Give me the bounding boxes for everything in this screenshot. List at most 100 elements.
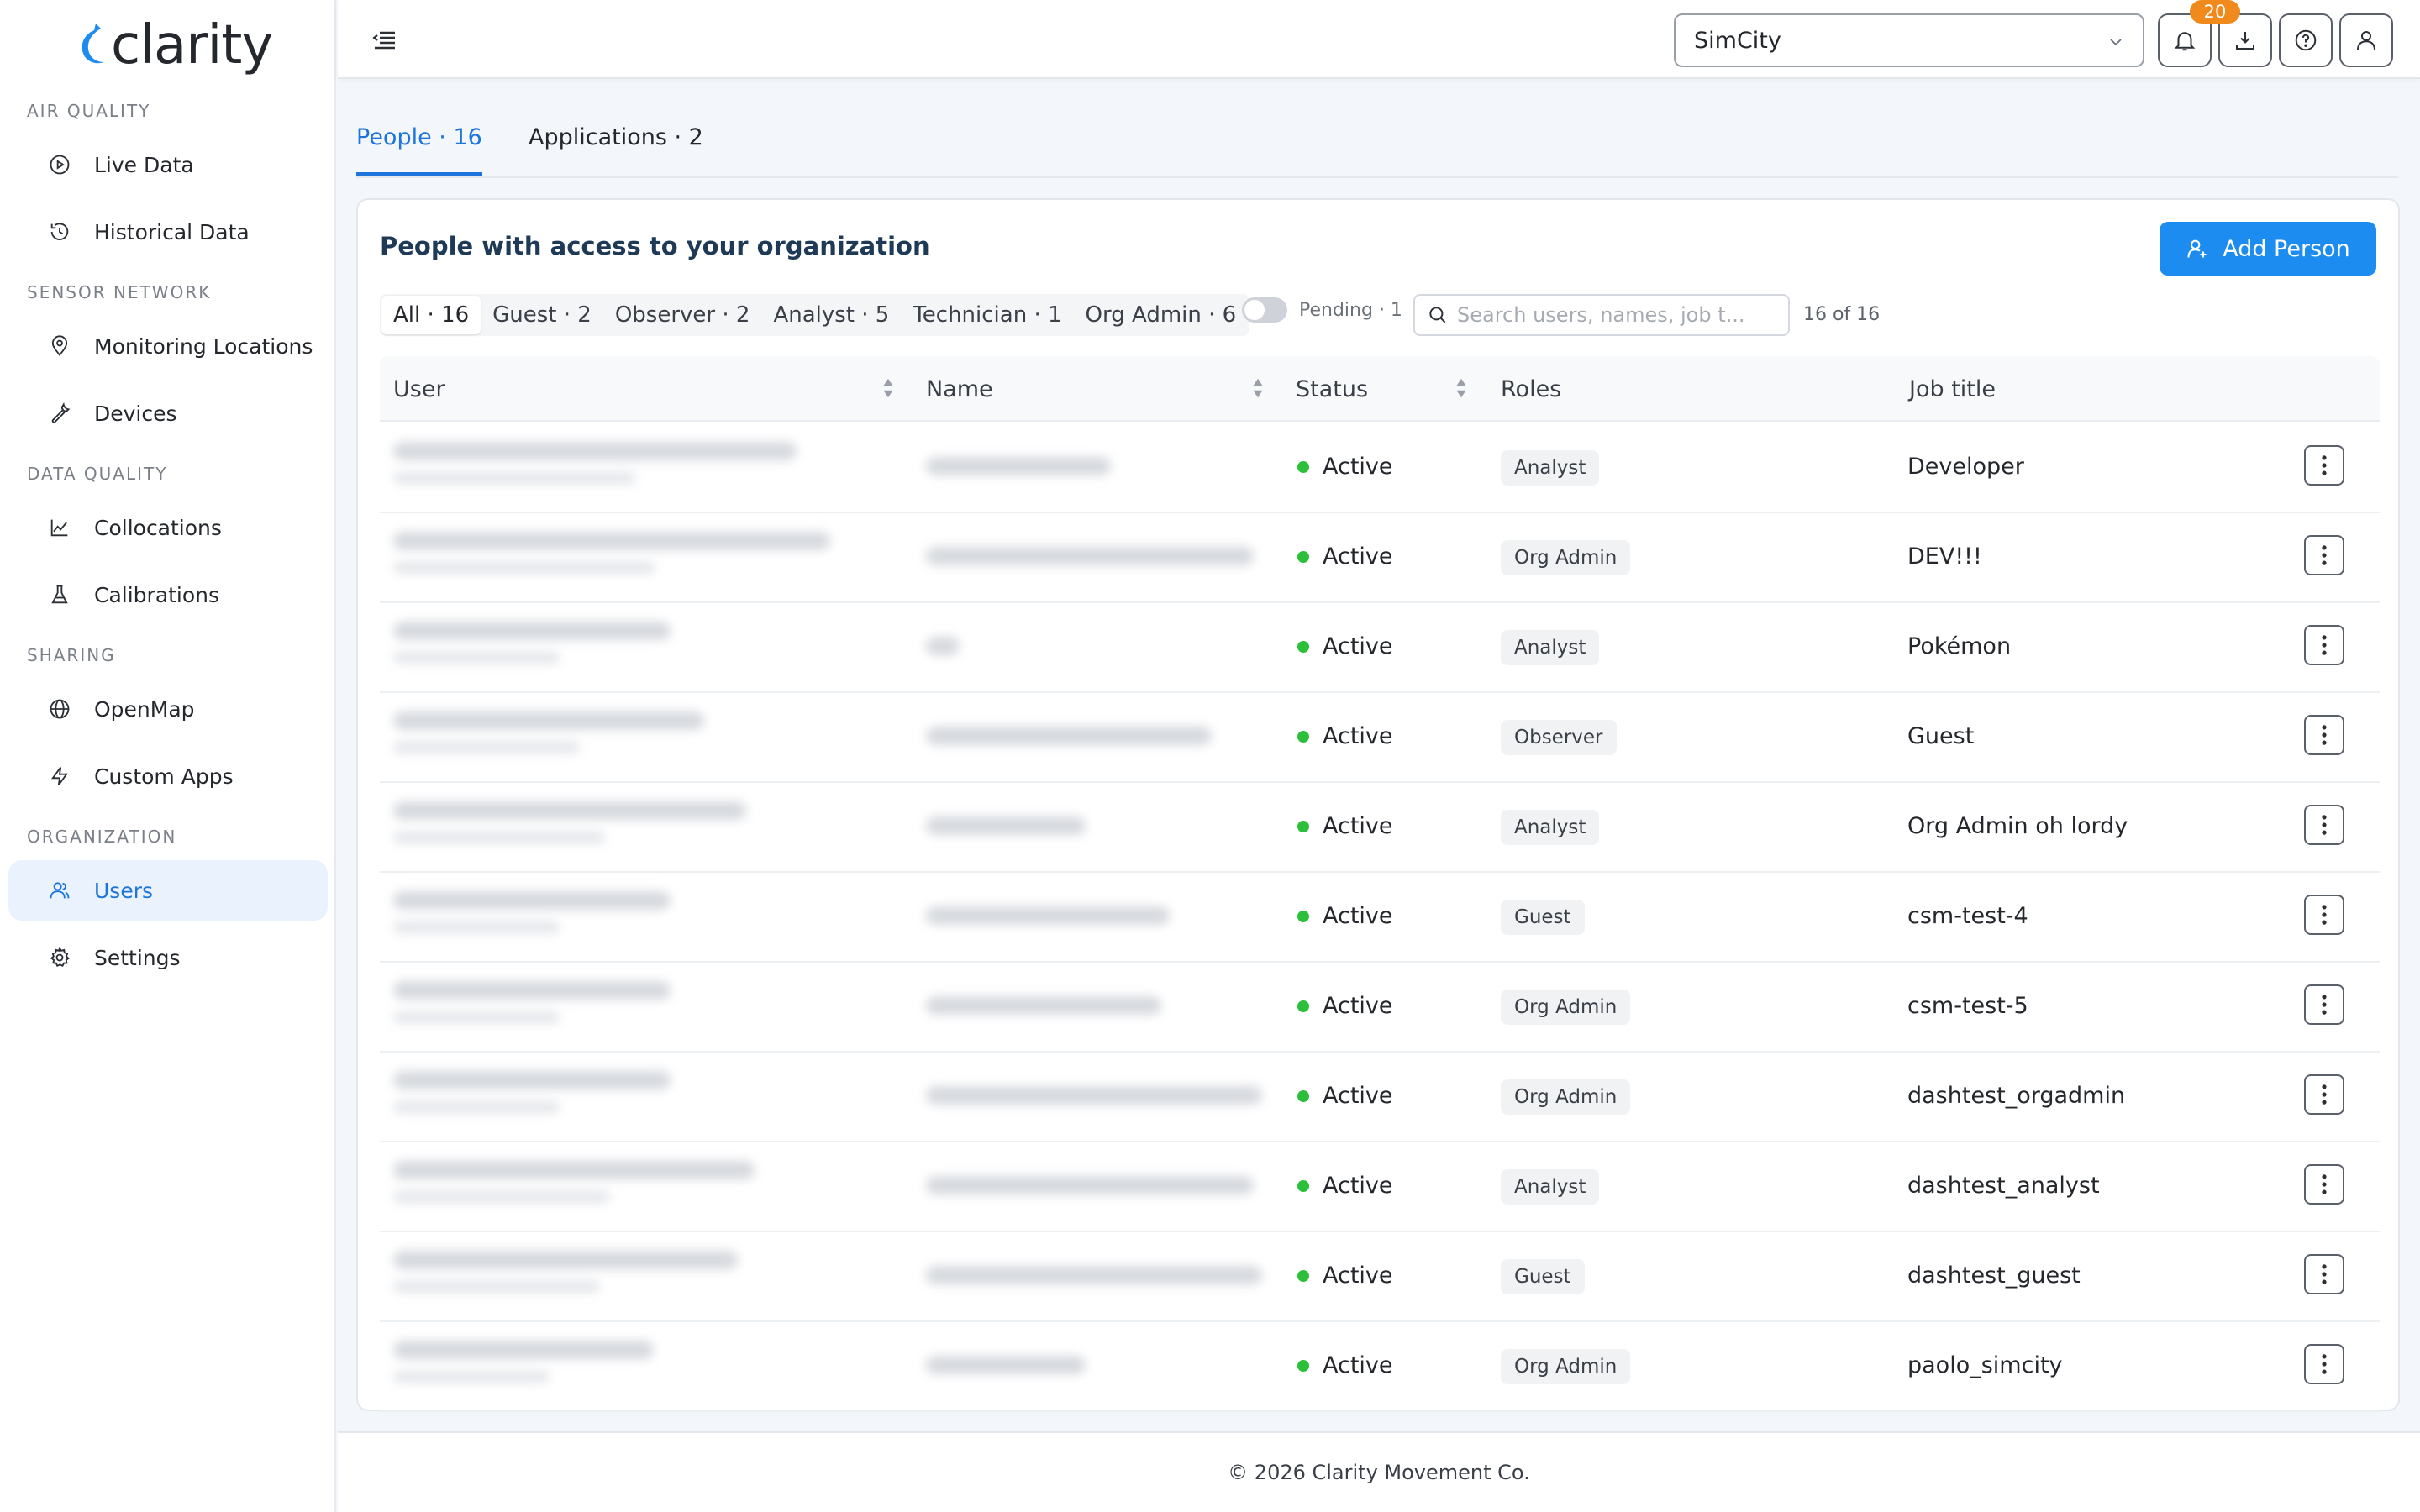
row-actions-button[interactable] [2304,1074,2344,1115]
column-header-job-title: Job title [1909,376,1996,402]
redacted-user-subtext [393,1011,560,1023]
job-title-cell: Org Admin oh lordy [1907,813,2128,839]
filter-all[interactable]: All · 16 [381,296,481,334]
sidebar-item-label: Live Data [94,152,194,177]
sidebar-item-label: Devices [94,401,177,426]
table-row[interactable]: Active Analyst Pokémon [380,603,2380,693]
status-dot [1297,730,1309,743]
table-row[interactable]: Active Guest csm-test-4 [380,873,2380,963]
redacted-user-name [926,727,1212,745]
status-text: Active [1323,633,1393,659]
organization-select-value: SimCity [1694,27,1781,54]
status-dot [1297,1089,1309,1102]
more-vertical-icon [2322,815,2327,835]
redacted-user-subtext [393,1371,550,1383]
row-actions-button[interactable] [2304,895,2344,935]
row-actions-button[interactable] [2304,1344,2344,1384]
sidebar-item-label: Users [94,878,154,903]
redacted-user-email [393,801,746,820]
row-actions-button[interactable] [2304,1164,2344,1205]
status-cell: Active [1297,813,1393,839]
column-header-user[interactable]: User [393,376,445,402]
sidebar-item-devices[interactable]: Devices [8,383,328,444]
profile-button[interactable] [2339,13,2393,67]
sidebar-item-openmap[interactable]: OpenMap [8,679,328,739]
users-icon [47,878,72,903]
table-row[interactable]: Active Guest dashtest_guest [380,1232,2380,1322]
row-actions-button[interactable] [2304,625,2344,665]
column-header-name[interactable]: Name [926,376,993,402]
redacted-user-email [393,1341,654,1359]
search-input[interactable] [1457,303,1776,327]
section-label-air-quality: AIR QUALITY [27,101,151,121]
row-actions-button[interactable] [2304,445,2344,486]
table-row[interactable]: Active Analyst Org Admin oh lordy [380,783,2380,873]
row-actions-button[interactable] [2304,1254,2344,1294]
job-title-cell: Developer [1907,454,2024,480]
sidebar-item-custom-apps[interactable]: Custom Apps [8,746,328,806]
row-actions-button[interactable] [2304,715,2344,755]
more-vertical-icon [2322,905,2327,925]
tabs: People · 16 Applications · 2 [356,101,2398,178]
help-button[interactable] [2279,13,2333,67]
role-badge: Analyst [1501,810,1600,845]
filter-guest[interactable]: Guest · 2 [481,296,603,334]
role-badge: Analyst [1501,1169,1600,1205]
redacted-user-subtext [393,1191,610,1203]
role-badge: Org Admin [1501,1349,1631,1384]
sort-icon[interactable] [1454,376,1469,400]
table-row[interactable]: Active Org Admin DEV!!! [380,513,2380,603]
status-dot [1297,640,1309,653]
table-row[interactable]: Active Org Admin dashtest_orgadmin [380,1053,2380,1142]
table-row[interactable]: Active Analyst dashtest_analyst [380,1142,2380,1232]
redacted-user-subtext [393,652,560,664]
wrench-icon [47,401,72,426]
table-row[interactable]: Active Org Admin csm-test-5 [380,963,2380,1053]
sort-icon[interactable] [1250,376,1265,400]
status-cell: Active [1297,1083,1393,1109]
history-icon [47,219,72,244]
sidebar-item-users[interactable]: Users [8,860,328,921]
filter-analyst[interactable]: Analyst · 5 [761,296,901,334]
job-title-cell: paolo_simcity [1907,1352,2063,1378]
add-person-button[interactable]: Add Person [2160,222,2376,276]
sidebar-item-live-data[interactable]: Live Data [8,134,328,195]
row-actions-button[interactable] [2304,535,2344,575]
sidebar-item-calibrations[interactable]: Calibrations [8,564,328,625]
status-text: Active [1323,903,1393,929]
status-text: Active [1323,543,1393,570]
more-vertical-icon [2322,995,2327,1015]
sort-icon[interactable] [881,376,896,400]
section-label-data-quality: DATA QUALITY [27,464,168,484]
redacted-user-subtext [393,472,635,484]
filter-technician[interactable]: Technician · 1 [901,296,1073,334]
table-header: User Name Status Roles Job title [380,356,2380,422]
section-label-organization: ORGANIZATION [27,827,177,847]
sidebar-item-monitoring-locations[interactable]: Monitoring Locations [8,316,328,376]
status-dot [1297,460,1309,473]
sidebar-item-label: Settings [94,945,181,970]
redacted-user-email [393,981,671,1000]
filter-org-admin[interactable]: Org Admin · 6 [1074,296,1249,334]
clarity-logo[interactable]: clarity [76,12,273,79]
organization-select[interactable]: SimCity [1674,13,2144,67]
globe-icon [47,696,72,722]
filter-observer[interactable]: Observer · 2 [603,296,762,334]
sidebar-item-historical-data[interactable]: Historical Data [8,202,328,262]
row-actions-button[interactable] [2304,805,2344,845]
table-row[interactable]: Active Analyst Developer [380,423,2380,513]
collapse-menu-icon[interactable] [370,25,400,55]
clarity-logo-mark-icon [82,24,104,64]
row-actions-button[interactable] [2304,984,2344,1025]
location-pin-icon [47,333,72,359]
search-box [1413,294,1790,336]
column-header-status[interactable]: Status [1296,376,1368,402]
tab-applications[interactable]: Applications · 2 [529,124,703,172]
sidebar-item-settings[interactable]: Settings [8,927,328,988]
table-row[interactable]: Active Org Admin paolo_simcity [380,1322,2380,1412]
sidebar-item-collocations[interactable]: Collocations [8,497,328,558]
tab-people[interactable]: People · 16 [356,124,482,176]
more-vertical-icon [2322,725,2327,745]
table-row[interactable]: Active Observer Guest [380,693,2380,783]
pending-toggle[interactable] [1242,297,1287,323]
